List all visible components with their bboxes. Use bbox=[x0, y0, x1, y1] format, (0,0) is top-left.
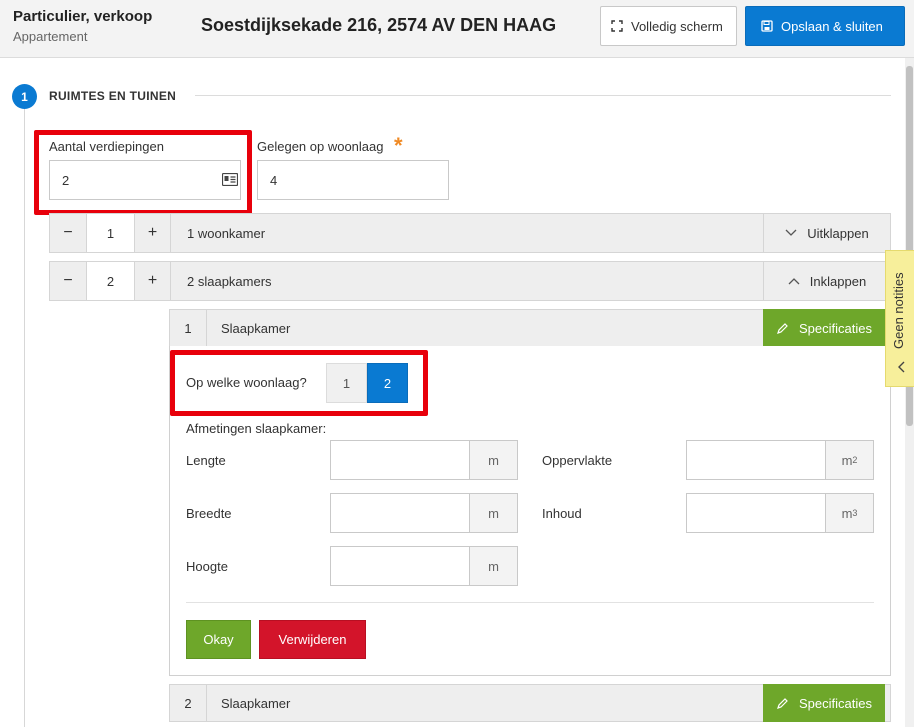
save-icon bbox=[761, 20, 773, 32]
divider bbox=[195, 95, 891, 96]
volume-unit: m3 bbox=[825, 494, 873, 532]
specifications-label: Specificaties bbox=[799, 695, 872, 711]
pencil-icon bbox=[776, 697, 789, 710]
area-input[interactable]: m2 bbox=[686, 440, 874, 480]
save-close-button[interactable]: Opslaan & sluiten bbox=[745, 6, 905, 46]
decrease-button[interactable]: − bbox=[50, 262, 86, 300]
expand-label: Uitklappen bbox=[807, 225, 869, 241]
section-title: RUIMTES EN TUINEN bbox=[49, 89, 177, 103]
highlight-box-floor-question bbox=[170, 350, 428, 416]
length-input[interactable]: m bbox=[330, 440, 518, 480]
notes-label: Geen notities bbox=[891, 272, 906, 349]
bedroom-index: 1 bbox=[184, 320, 192, 336]
height-unit: m bbox=[469, 547, 517, 585]
divider bbox=[186, 602, 874, 603]
area-unit-base: m bbox=[841, 452, 853, 468]
listing-type: Particulier, verkoop bbox=[13, 8, 153, 25]
collapse-button[interactable]: Inklappen bbox=[763, 262, 890, 300]
chevron-down-icon bbox=[785, 229, 797, 237]
volume-input[interactable]: m3 bbox=[686, 493, 874, 533]
save-close-label: Opslaan & sluiten bbox=[781, 18, 883, 34]
chevron-left-icon[interactable] bbox=[898, 361, 906, 376]
room-row-woonkamer: − 1 + 1 woonkamer Uitklappen bbox=[49, 213, 891, 253]
specifications-label: Specificaties bbox=[799, 320, 872, 336]
level-value: 4 bbox=[270, 172, 278, 188]
area-unit: m2 bbox=[825, 441, 873, 479]
specifications-button[interactable]: Specificaties bbox=[763, 684, 885, 722]
delete-button[interactable]: Verwijderen bbox=[259, 620, 366, 659]
area-label: Oppervlakte bbox=[542, 453, 613, 468]
step-number: 1 bbox=[12, 84, 37, 109]
specifications-button[interactable]: Specificaties bbox=[763, 309, 885, 347]
property-type: Appartement bbox=[13, 29, 88, 44]
bedroom-index: 2 bbox=[184, 695, 192, 711]
bedroom-name: Slaapkamer bbox=[206, 310, 764, 346]
fullscreen-button[interactable]: Volledig scherm bbox=[600, 6, 737, 46]
fullscreen-label: Volledig scherm bbox=[631, 18, 723, 34]
increase-button[interactable]: + bbox=[134, 214, 170, 252]
length-unit: m bbox=[469, 441, 517, 479]
room-label: 1 woonkamer bbox=[170, 214, 763, 252]
height-label: Hoogte bbox=[186, 559, 228, 574]
increase-button[interactable]: + bbox=[134, 262, 170, 300]
length-label: Lengte bbox=[186, 453, 226, 468]
pencil-icon bbox=[776, 322, 789, 335]
expand-icon bbox=[611, 20, 623, 32]
level-label: Gelegen op woonlaag bbox=[257, 139, 384, 154]
chevron-up-icon bbox=[788, 277, 800, 285]
highlight-box-floors bbox=[34, 130, 252, 215]
dimensions-title: Afmetingen slaapkamer: bbox=[186, 421, 327, 436]
volume-unit-base: m bbox=[841, 505, 853, 521]
volume-label: Inhoud bbox=[542, 506, 582, 521]
required-mark: * bbox=[394, 133, 403, 158]
width-label: Breedte bbox=[186, 506, 232, 521]
level-field[interactable]: 4 bbox=[257, 160, 449, 200]
width-unit: m bbox=[469, 494, 517, 532]
okay-button[interactable]: Okay bbox=[186, 620, 251, 659]
expand-button[interactable]: Uitklappen bbox=[763, 214, 890, 252]
address-title: Soestdijksekade 216, 2574 AV DEN HAAG bbox=[201, 15, 557, 35]
width-input[interactable]: m bbox=[330, 493, 518, 533]
step-timeline bbox=[24, 108, 25, 727]
bedroom-name: Slaapkamer bbox=[206, 685, 764, 721]
room-row-slaapkamers: − 2 + 2 slaapkamers Inklappen bbox=[49, 261, 891, 301]
height-input[interactable]: m bbox=[330, 546, 518, 586]
volume-unit-exponent: 3 bbox=[852, 508, 858, 518]
area-unit-exponent: 2 bbox=[852, 455, 858, 465]
room-count-slaapkamers[interactable]: 2 bbox=[86, 262, 134, 300]
collapse-label: Inklappen bbox=[809, 273, 867, 289]
decrease-button[interactable]: − bbox=[50, 214, 86, 252]
room-label: 2 slaapkamers bbox=[170, 262, 763, 300]
room-count-woonkamer[interactable]: 1 bbox=[86, 214, 134, 252]
